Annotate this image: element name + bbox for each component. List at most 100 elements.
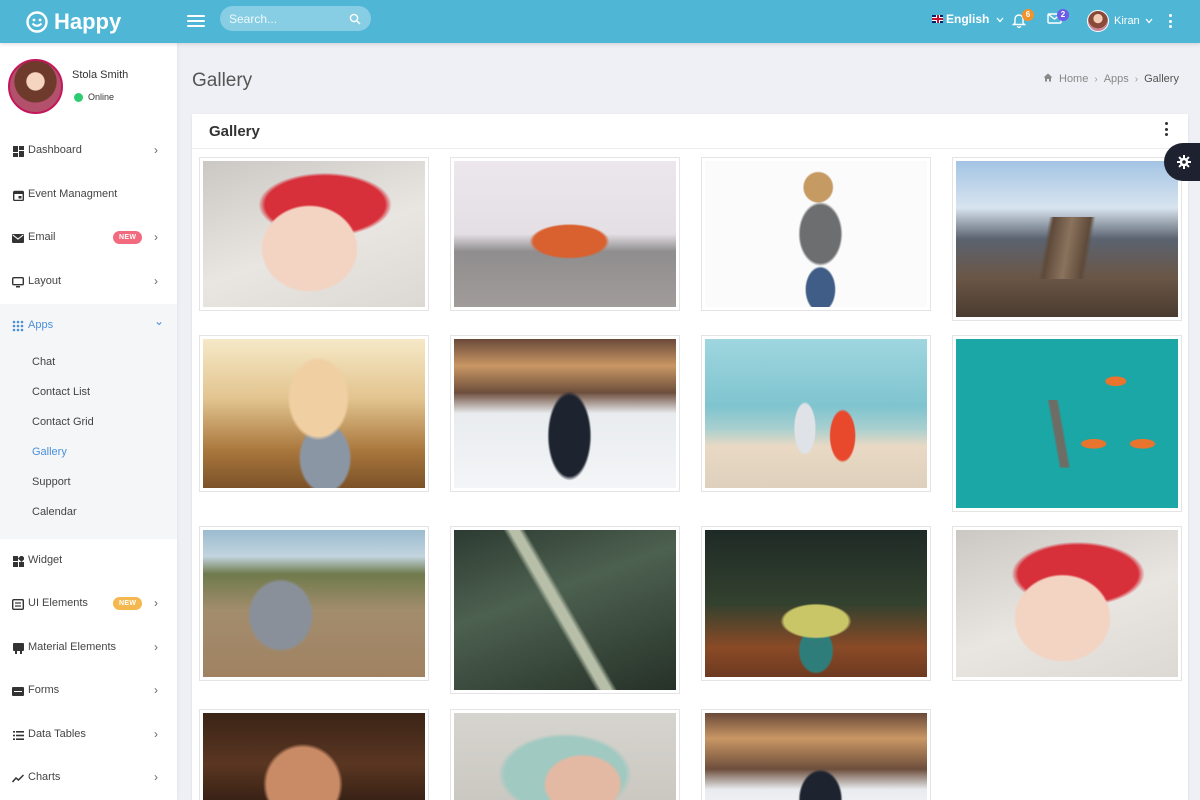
gallery-image bbox=[203, 161, 425, 307]
gallery-item-woman-snow-splash[interactable] bbox=[450, 335, 680, 492]
widget-icon bbox=[12, 555, 24, 567]
uk-flag-icon bbox=[932, 15, 943, 23]
messages-button[interactable]: 2 bbox=[1047, 9, 1069, 30]
gallery-item-baby-sleeping[interactable] bbox=[450, 709, 680, 800]
sidebar-item-email[interactable]: Email NEW › bbox=[0, 217, 177, 259]
sidebar-item-event-management[interactable]: Event Managment bbox=[0, 174, 177, 216]
gallery-item-toy-van[interactable] bbox=[450, 157, 680, 311]
sidebar-item-layout[interactable]: Layout › bbox=[0, 261, 177, 303]
menu-toggle-icon[interactable] bbox=[187, 12, 205, 30]
monitor-icon bbox=[12, 276, 24, 288]
submenu-item-support[interactable]: Support bbox=[32, 476, 71, 488]
material-icon bbox=[12, 642, 24, 654]
card-title: Gallery bbox=[209, 123, 260, 140]
gallery-image bbox=[705, 339, 927, 488]
gallery-item-woman-snow-splash-2[interactable] bbox=[701, 709, 931, 800]
gallery-image bbox=[956, 339, 1178, 508]
chevron-down-icon bbox=[1145, 15, 1153, 27]
submenu-item-chat[interactable]: Chat bbox=[32, 356, 55, 368]
gallery-item-person-yellow-umbrella[interactable] bbox=[701, 526, 931, 681]
user-name: Kiran bbox=[1114, 15, 1140, 27]
profile-status-label: Online bbox=[88, 92, 115, 102]
language-label: English bbox=[946, 12, 990, 26]
gallery-image bbox=[454, 161, 676, 307]
profile-avatar[interactable] bbox=[8, 59, 63, 114]
sidebar-item-label: Material Elements bbox=[28, 641, 117, 653]
sidebar-item-apps[interactable]: Apps ⌄ bbox=[0, 305, 177, 347]
gallery-image bbox=[454, 530, 676, 690]
sidebar-item-label: Email bbox=[28, 231, 56, 243]
sidebar-item-label: Data Tables bbox=[28, 728, 86, 740]
submenu-item-gallery[interactable]: Gallery bbox=[32, 446, 67, 458]
gallery-item-baby-santa-hat[interactable] bbox=[199, 157, 429, 311]
gallery-item-bull-hillside[interactable] bbox=[199, 526, 429, 681]
new-badge: NEW bbox=[113, 231, 143, 244]
sidebar-item-widget[interactable]: Widget bbox=[0, 540, 177, 582]
chevron-right-icon: › bbox=[154, 230, 158, 244]
settings-gear-icon[interactable] bbox=[1164, 143, 1200, 181]
top-bar: Happy English 6 2 Kiran bbox=[0, 0, 1200, 43]
gallery-item-couple-beach-run[interactable] bbox=[701, 335, 931, 492]
breadcrumb-separator-icon: › bbox=[1094, 73, 1098, 85]
chevron-right-icon: › bbox=[154, 143, 158, 157]
more-options-icon[interactable] bbox=[1163, 13, 1177, 29]
chevron-right-icon: › bbox=[154, 770, 158, 784]
sidebar: Stola Smith Online Chat Contact List Con… bbox=[0, 43, 177, 800]
submenu-item-calendar[interactable]: Calendar bbox=[32, 506, 77, 518]
mail-icon bbox=[12, 232, 24, 244]
language-selector[interactable]: English bbox=[932, 12, 1004, 26]
sidebar-item-ui-elements[interactable]: UI Elements NEW › bbox=[0, 583, 177, 625]
sidebar-item-dashboard[interactable]: Dashboard › bbox=[0, 130, 177, 172]
notifications-badge: 6 bbox=[1022, 9, 1034, 21]
messages-badge: 2 bbox=[1057, 9, 1069, 21]
gallery-image bbox=[705, 530, 927, 677]
sidebar-item-charts[interactable]: Charts › bbox=[0, 757, 177, 799]
sidebar-item-label: UI Elements bbox=[28, 597, 88, 609]
sidebar-item-forms[interactable]: Forms › bbox=[0, 670, 177, 712]
calendar-icon bbox=[12, 189, 24, 201]
ui-elements-icon bbox=[12, 598, 24, 610]
gallery-image bbox=[454, 713, 676, 800]
gallery-item-woman-sunglasses-white[interactable] bbox=[701, 157, 931, 311]
gallery-item-curly-hair-woman[interactable] bbox=[199, 709, 429, 800]
gallery-image bbox=[956, 530, 1178, 677]
gallery-image bbox=[705, 713, 927, 800]
chart-line-icon bbox=[12, 772, 24, 784]
search-icon[interactable] bbox=[349, 12, 361, 30]
app-logo[interactable]: Happy bbox=[26, 9, 121, 35]
search-box bbox=[220, 6, 371, 31]
gallery-item-blonde-woman-wheat[interactable] bbox=[199, 335, 429, 492]
home-icon bbox=[1043, 73, 1053, 85]
smiley-icon bbox=[26, 11, 48, 33]
submenu-item-contact-grid[interactable]: Contact Grid bbox=[32, 416, 94, 428]
sidebar-item-material-elements[interactable]: Material Elements › bbox=[0, 627, 177, 669]
chevron-right-icon: › bbox=[154, 596, 158, 610]
gallery-image bbox=[956, 161, 1178, 317]
chevron-right-icon: › bbox=[154, 683, 158, 697]
gallery-image bbox=[203, 713, 425, 800]
breadcrumb-apps[interactable]: Apps bbox=[1104, 73, 1129, 85]
submenu-item-contact-list[interactable]: Contact List bbox=[32, 386, 90, 398]
chevron-down-icon: ⌄ bbox=[154, 314, 165, 328]
breadcrumb: Home › Apps › Gallery bbox=[1043, 73, 1179, 85]
gallery-image bbox=[203, 530, 425, 677]
gallery-item-brooklyn-bridge[interactable] bbox=[952, 157, 1182, 321]
gallery-item-grass-closeup[interactable] bbox=[450, 526, 680, 694]
sidebar-item-data-tables[interactable]: Data Tables › bbox=[0, 714, 177, 756]
user-menu[interactable]: Kiran bbox=[1087, 10, 1153, 32]
sidebar-item-label: Dashboard bbox=[28, 144, 82, 156]
search-input[interactable] bbox=[220, 11, 338, 26]
breadcrumb-home[interactable]: Home bbox=[1059, 73, 1088, 85]
online-dot-icon bbox=[74, 92, 83, 102]
chevron-right-icon: › bbox=[154, 274, 158, 288]
card-options-icon[interactable] bbox=[1162, 122, 1170, 136]
new-badge: NEW bbox=[113, 597, 143, 610]
gallery-item-boats-aerial-turquoise[interactable] bbox=[952, 335, 1182, 512]
chevron-right-icon: › bbox=[154, 640, 158, 654]
gallery-item-baby-santa-hat-2[interactable] bbox=[952, 526, 1182, 681]
notifications-button[interactable]: 6 bbox=[1011, 9, 1034, 33]
gallery-image bbox=[454, 339, 676, 488]
breadcrumb-current: Gallery bbox=[1144, 73, 1179, 85]
gallery-image bbox=[705, 161, 927, 307]
sidebar-item-label: Event Managment bbox=[28, 188, 118, 200]
